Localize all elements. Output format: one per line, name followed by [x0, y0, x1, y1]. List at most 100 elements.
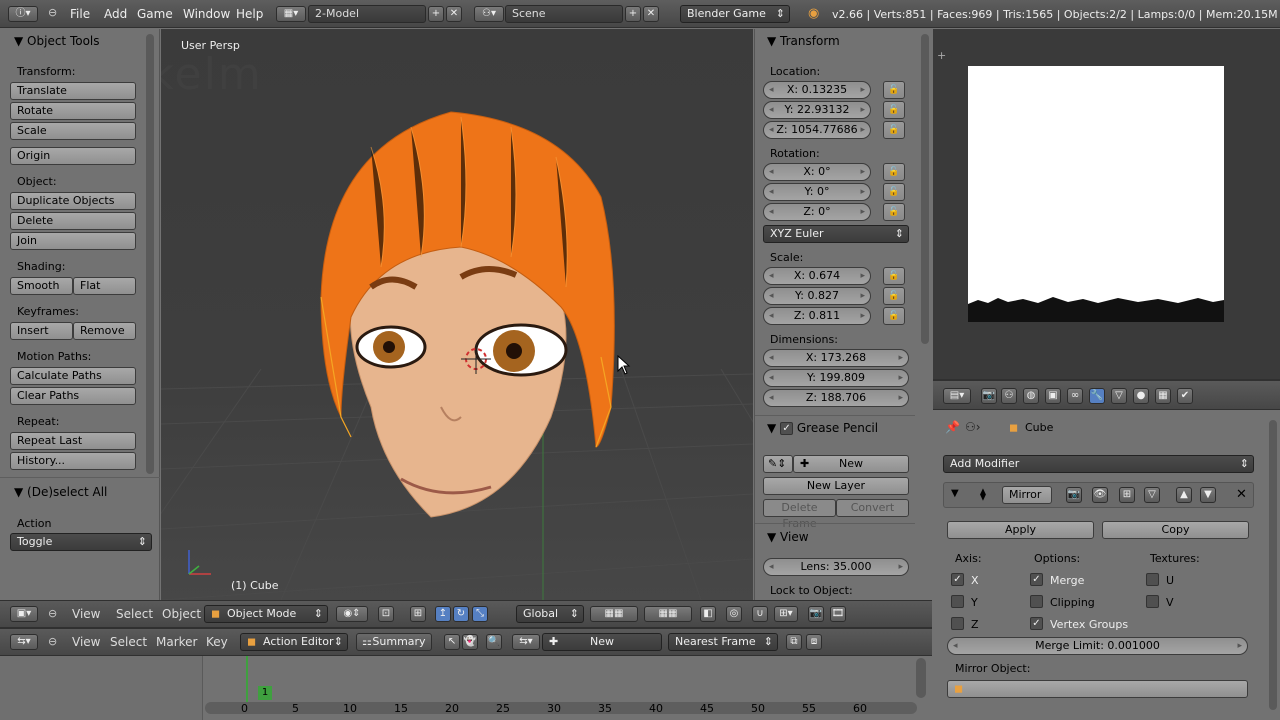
menu-file[interactable]: File: [70, 7, 90, 21]
render-visibility-icon[interactable]: 📷: [1066, 487, 1082, 503]
lock-rotation-y-icon[interactable]: 🔓: [883, 183, 905, 201]
object-menu[interactable]: Object: [162, 607, 201, 621]
manipulator-icon[interactable]: ⊞: [410, 606, 426, 622]
proportional-edit-icon[interactable]: ◎: [726, 606, 742, 622]
texture-tab-icon[interactable]: ▦: [1155, 388, 1171, 404]
render-tab-icon[interactable]: 📷: [981, 388, 997, 404]
view-header[interactable]: ▼ View: [767, 530, 809, 544]
origin-button[interactable]: Origin: [10, 147, 136, 165]
dimension-z-field[interactable]: Z: 188.706: [763, 389, 909, 407]
vertex-groups-checkbox[interactable]: ✓: [1030, 617, 1043, 630]
object-tools-header[interactable]: ▼ Object Tools: [14, 34, 100, 48]
layers-grid-icon[interactable]: ▦▦: [590, 606, 638, 622]
lock-location-x-icon[interactable]: 🔓: [883, 81, 905, 99]
snap-toggle-icon[interactable]: ∪: [752, 606, 768, 622]
cage-icon[interactable]: ▽: [1144, 487, 1160, 503]
transform-header[interactable]: ▼ Transform: [767, 34, 840, 48]
view-menu[interactable]: View: [72, 607, 100, 621]
delete-frame-button[interactable]: Delete Frame: [763, 499, 836, 530]
rotation-x-field[interactable]: X: 0°: [763, 163, 871, 181]
lock-location-y-icon[interactable]: 🔓: [883, 101, 905, 119]
tool-shelf-scrollbar[interactable]: [146, 34, 154, 474]
marker-menu[interactable]: Marker: [156, 635, 197, 649]
pencil-icon[interactable]: ✎⇕: [763, 455, 793, 473]
add-screen-icon[interactable]: +: [428, 6, 444, 22]
scene-field[interactable]: Scene: [505, 5, 623, 23]
grease-pencil-checkbox[interactable]: ✓: [780, 422, 794, 435]
scene-tab-icon[interactable]: ⚇: [1001, 388, 1017, 404]
new-layer-button[interactable]: New Layer: [763, 477, 909, 495]
location-x-field[interactable]: X: 0.13235: [763, 81, 871, 99]
collapse-triangle-icon[interactable]: ▼: [951, 488, 959, 499]
material-tab-icon[interactable]: ●: [1133, 388, 1149, 404]
lock-location-z-icon[interactable]: 🔓: [883, 121, 905, 139]
remove-screen-icon[interactable]: ✕: [446, 6, 462, 22]
merge-limit-field[interactable]: Merge Limit: 0.001000: [947, 637, 1248, 655]
action-editor-dropdown[interactable]: ◼ Action Editor ⇕: [240, 633, 348, 651]
scene-icon[interactable]: ⚇▾: [474, 6, 504, 22]
lock-scale-z-icon[interactable]: 🔓: [883, 307, 905, 325]
expand-icon[interactable]: +: [937, 49, 946, 62]
mirror-object-field[interactable]: ◼: [947, 680, 1248, 698]
remove-keyframe-button[interactable]: Remove: [73, 322, 136, 340]
texture-v-checkbox[interactable]: [1146, 595, 1159, 608]
dopesheet-area[interactable]: 1 0 5 10 15 20 25 30 35 40 45 50 55 60: [0, 656, 932, 720]
menu-window[interactable]: Window: [183, 7, 230, 21]
object-mode-dropdown[interactable]: ◼ Object Mode ⇕: [204, 605, 328, 623]
location-y-field[interactable]: Y: 22.93132: [763, 101, 871, 119]
collapse-icon[interactable]: ⊖: [48, 6, 57, 19]
orientation-dropdown[interactable]: Global ⇕: [516, 605, 584, 623]
dopesheet-editor-icon[interactable]: ⇆▾: [10, 634, 38, 650]
merge-checkbox[interactable]: ✓: [1030, 573, 1043, 586]
select-menu[interactable]: Select: [116, 607, 153, 621]
vertical-scrollbar[interactable]: [916, 658, 926, 698]
menu-add[interactable]: Add: [104, 7, 127, 21]
object-tab-icon[interactable]: ▣: [1045, 388, 1061, 404]
flat-button[interactable]: Flat: [73, 277, 136, 295]
lock-scale-x-icon[interactable]: 🔓: [883, 267, 905, 285]
editor-type-icon[interactable]: ▤▾: [943, 388, 971, 404]
playhead-line[interactable]: [246, 656, 248, 706]
copy-keyframes-icon[interactable]: ⧉: [786, 634, 802, 650]
dimension-x-field[interactable]: X: 173.268: [763, 349, 909, 367]
pivot-point-icon[interactable]: ⊡: [378, 606, 394, 622]
clear-paths-button[interactable]: Clear Paths: [10, 387, 136, 405]
3d-viewport[interactable]: User Persp Kokelm (1) Cube: [161, 29, 753, 600]
lens-field[interactable]: Lens: 35.000: [763, 558, 909, 576]
n-panel-scrollbar[interactable]: [921, 34, 929, 344]
rotate-button[interactable]: Rotate: [10, 102, 136, 120]
action-view-menu[interactable]: View: [72, 635, 100, 649]
texture-u-checkbox[interactable]: [1146, 573, 1159, 586]
viewport-shading-icon[interactable]: ◉⇕: [336, 606, 368, 622]
move-down-icon[interactable]: ▼: [1200, 487, 1216, 503]
world-tab-icon[interactable]: ◍: [1023, 388, 1039, 404]
close-icon[interactable]: ✕: [1236, 487, 1247, 502]
snap-mode-dropdown[interactable]: Nearest Frame ⇕: [668, 633, 778, 651]
translate-button[interactable]: Translate: [10, 82, 136, 100]
lock-rotation-x-icon[interactable]: 🔓: [883, 163, 905, 181]
paste-keyframes-icon[interactable]: ⧈: [806, 634, 822, 650]
axis-z-checkbox[interactable]: [951, 617, 964, 630]
history-button[interactable]: History...: [10, 452, 136, 470]
snap-element-icon[interactable]: ⊞▾: [774, 606, 798, 622]
menu-game[interactable]: Game: [137, 7, 173, 21]
scale-y-field[interactable]: Y: 0.827: [763, 287, 871, 305]
menu-help[interactable]: Help: [236, 7, 263, 21]
join-button[interactable]: Join: [10, 232, 136, 250]
layer-lock-icon[interactable]: ◧: [700, 606, 716, 622]
new-action-button[interactable]: ✚ New: [542, 633, 662, 651]
move-up-icon[interactable]: ▲: [1176, 487, 1192, 503]
lock-scale-y-icon[interactable]: 🔓: [883, 287, 905, 305]
physics-tab-icon[interactable]: ✔: [1177, 388, 1193, 404]
convert-button[interactable]: Convert: [836, 499, 909, 517]
data-tab-icon[interactable]: ▽: [1111, 388, 1127, 404]
render-engine-dropdown[interactable]: Blender Game ⇕: [680, 5, 790, 23]
collapse-icon[interactable]: ⊖: [48, 607, 57, 620]
rotation-y-field[interactable]: Y: 0°: [763, 183, 871, 201]
repeat-last-button[interactable]: Repeat Last: [10, 432, 136, 450]
rotate-manipulator-icon[interactable]: ↻: [453, 606, 469, 622]
apply-button[interactable]: Apply: [947, 521, 1094, 539]
rotation-z-field[interactable]: Z: 0°: [763, 203, 871, 221]
constraints-tab-icon[interactable]: ∞: [1067, 388, 1083, 404]
gp-new-button[interactable]: ✚ New: [793, 455, 909, 473]
